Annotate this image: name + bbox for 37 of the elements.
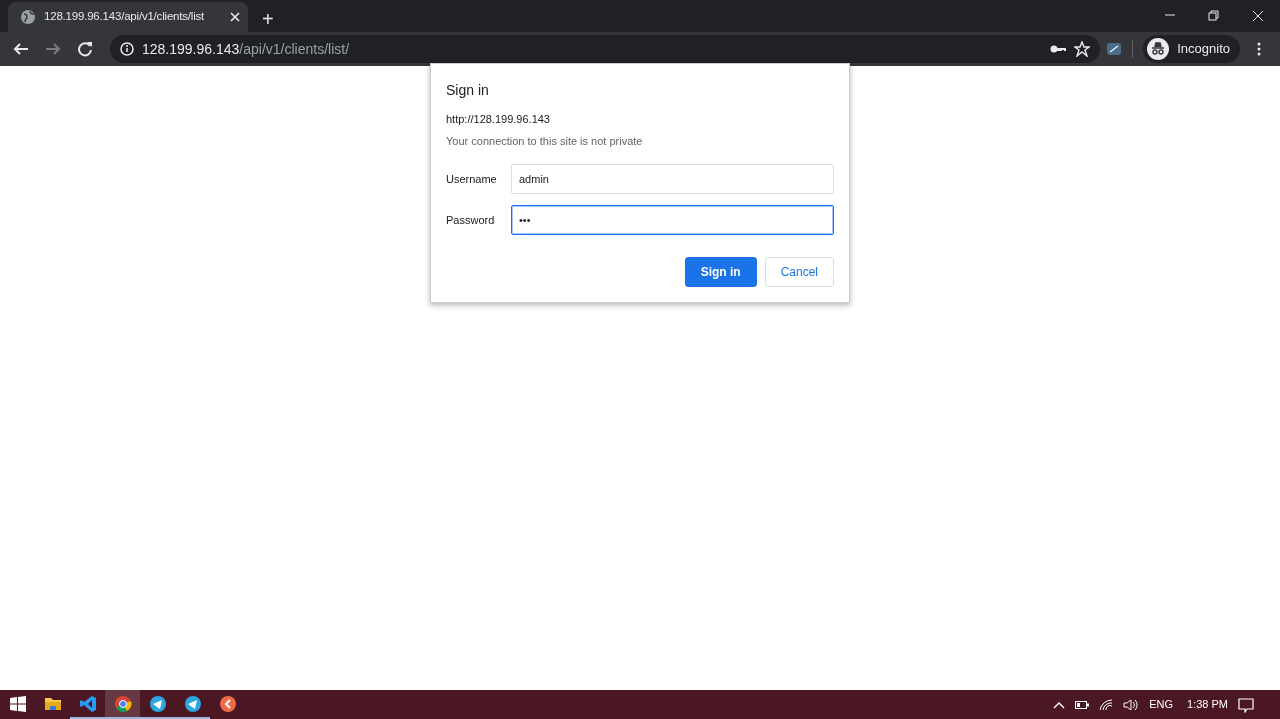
key-icon[interactable]: [1050, 44, 1067, 54]
restore-icon[interactable]: [1208, 10, 1220, 22]
chevron-up-icon[interactable]: [1053, 700, 1066, 709]
back-arrow-icon[interactable]: [13, 41, 29, 57]
info-icon: [120, 42, 134, 56]
field-label: Username: [446, 171, 498, 187]
new-tab-button[interactable]: +: [262, 9, 274, 29]
globe-icon: [20, 9, 36, 25]
paper-plane-icon: [183, 694, 202, 713]
chevron-app-icon: [218, 694, 237, 713]
chrome-icon: [113, 694, 132, 713]
incognito-icon: [1147, 38, 1170, 60]
profile-button[interactable]: Incognito: [1143, 35, 1240, 63]
paper-plane-icon: [148, 694, 167, 713]
browser-tab[interactable]: 128.199.96.143/api/v1/clients/list: [8, 2, 248, 32]
code-editor-icon: [78, 694, 97, 713]
wifi-icon[interactable]: [1099, 698, 1114, 711]
language-indicator[interactable]: ENG: [1149, 696, 1174, 713]
forward-arrow-icon[interactable]: [45, 41, 61, 57]
username-field[interactable]: admin: [511, 164, 834, 194]
field-label: Password: [446, 212, 496, 228]
notification-icon[interactable]: [1238, 696, 1254, 713]
close-icon[interactable]: [230, 12, 240, 22]
reload-icon[interactable]: [77, 41, 93, 57]
sign-in-button[interactable]: Sign in: [684, 257, 757, 287]
clock-time[interactable]: 1:38 PM: [1187, 696, 1228, 713]
speaker-icon[interactable]: [1123, 698, 1140, 711]
dialog-title: Sign in: [446, 81, 490, 100]
site-origin: http://128.199.96.143: [446, 112, 551, 127]
close-icon[interactable]: [1252, 10, 1264, 22]
extension-icon[interactable]: [1106, 41, 1123, 57]
star-icon[interactable]: [1074, 41, 1091, 57]
windows-start-icon[interactable]: [9, 695, 26, 712]
cancel-button[interactable]: Cancel: [764, 257, 834, 287]
password-field[interactable]: •••: [511, 205, 834, 235]
privacy-notice: Your connection to this site is not private: [446, 133, 644, 149]
battery-icon[interactable]: [1075, 699, 1090, 710]
